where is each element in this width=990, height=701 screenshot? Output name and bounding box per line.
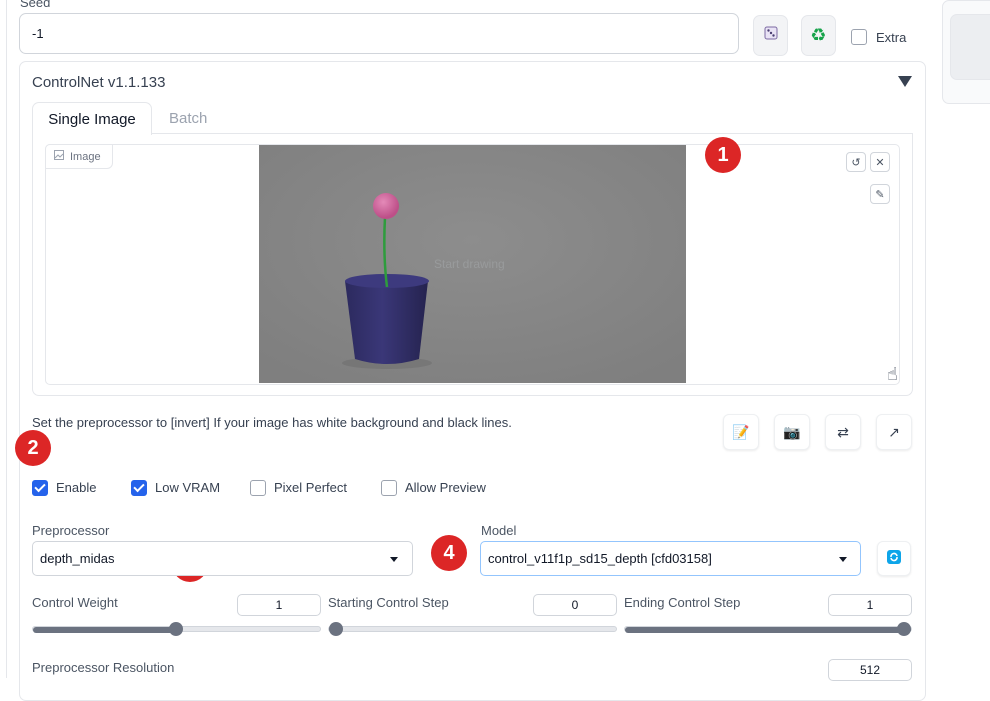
chevron-down-icon [390, 557, 398, 562]
chevron-down-icon [839, 557, 847, 562]
edit-icon: 📝 [732, 423, 750, 440]
refresh-icon [887, 550, 901, 567]
seed-input[interactable]: -1 [19, 13, 739, 54]
control-weight-fill [33, 627, 178, 633]
image-label: Image [70, 150, 101, 163]
swap-button[interactable]: ⇄ [825, 414, 861, 450]
pixel-perfect-checkbox[interactable] [250, 480, 266, 496]
extra-label: Extra [876, 30, 907, 45]
enable-checkbox[interactable] [32, 480, 48, 496]
reuse-seed-button[interactable]: ♻ [801, 15, 836, 56]
edit-button[interactable]: 📝 [723, 414, 759, 450]
preprocessor-select[interactable]: depth_midas [32, 541, 413, 576]
control-weight-input[interactable]: 1 [237, 594, 321, 616]
marker-2: 2 [15, 430, 51, 466]
random-seed-button[interactable] [753, 15, 788, 56]
ending-step-thumb[interactable] [897, 622, 911, 636]
brush-button[interactable]: ✎ [870, 184, 890, 204]
model-select[interactable]: control_v11f1p_sd15_depth [cfd03158] [480, 541, 861, 576]
control-weight-thumb[interactable] [169, 622, 183, 636]
pixel-perfect-label: Pixel Perfect [274, 480, 347, 495]
enable-label: Enable [56, 480, 97, 495]
swap-icon: ⇄ [837, 423, 849, 440]
model-label: Model [481, 523, 517, 538]
extra-checkbox[interactable] [851, 29, 867, 45]
brush-icon: ✎ [875, 188, 885, 201]
clear-button[interactable]: ✕ [870, 152, 890, 172]
starting-step-input[interactable]: 0 [533, 594, 617, 616]
low-vram-checkbox[interactable] [131, 480, 147, 496]
preprocessor-resolution-label: Preprocessor Resolution [32, 660, 175, 675]
marker-4: 4 [431, 535, 467, 571]
seed-label: Seed [20, 0, 51, 10]
model-value: control_v11f1p_sd15_depth [cfd03158] [488, 551, 712, 566]
ending-step-slider[interactable] [624, 626, 912, 633]
collapse-triangle-icon[interactable] [898, 76, 912, 87]
camera-button[interactable]: 📷 [774, 414, 810, 450]
camera-icon: 📷 [783, 423, 801, 440]
left-divider [6, 0, 7, 678]
undo-button[interactable]: ↺ [846, 152, 866, 172]
starting-step-thumb[interactable] [329, 622, 343, 636]
canvas-hint: Start drawing [434, 257, 505, 271]
undo-icon: ↺ [851, 156, 861, 169]
ending-step-fill [625, 627, 911, 633]
allow-preview-checkbox[interactable] [381, 480, 397, 496]
dice-icon [763, 25, 779, 46]
image-icon [54, 150, 64, 163]
tab-batch[interactable]: Batch [169, 110, 207, 127]
tab-single-image[interactable]: Single Image [32, 102, 152, 135]
starting-step-slider[interactable] [328, 626, 617, 632]
close-icon: ✕ [875, 156, 885, 169]
send-dimensions-icon: ↗ [888, 423, 900, 440]
allow-preview-label: Allow Preview [405, 480, 486, 495]
ending-step-label: Ending Control Step [624, 595, 741, 610]
marker-1: 1 [705, 137, 741, 173]
preprocessor-label: Preprocessor [32, 523, 110, 538]
controlnet-title[interactable]: ControlNet v1.1.133 [32, 74, 165, 91]
ending-step-input[interactable]: 1 [828, 594, 912, 616]
preprocessor-note: Set the preprocessor to [invert] If your… [32, 415, 512, 430]
control-weight-label: Control Weight [32, 595, 118, 610]
refresh-models-button[interactable] [877, 541, 911, 576]
low-vram-label: Low VRAM [155, 480, 221, 495]
preprocessor-value: depth_midas [40, 551, 115, 566]
starting-step-label: Starting Control Step [328, 595, 449, 610]
hand-cursor-icon: ☝ [887, 364, 898, 384]
recycle-icon: ♻ [810, 25, 827, 45]
image-label-badge: Image [45, 144, 113, 169]
right-side-button[interactable] [950, 14, 990, 80]
send-dimensions-button[interactable]: ↗ [876, 414, 912, 450]
